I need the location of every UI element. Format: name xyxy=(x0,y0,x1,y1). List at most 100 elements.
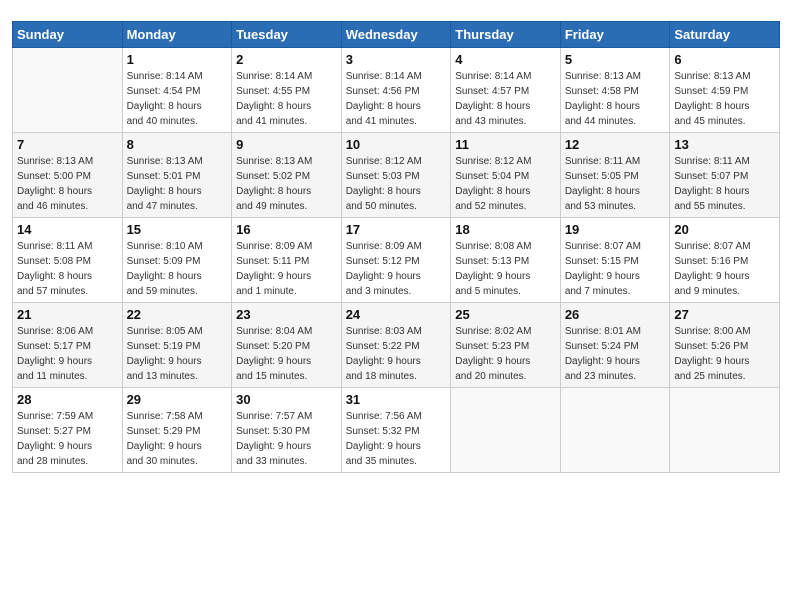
day-number: 6 xyxy=(674,52,775,67)
day-info: Sunrise: 8:09 AM Sunset: 5:12 PM Dayligh… xyxy=(346,239,447,299)
table-row: 27 Sunrise: 8:00 AM Sunset: 5:26 PM Dayli… xyxy=(670,303,780,388)
table-row xyxy=(670,388,780,473)
page-container: SundayMondayTuesdayWednesdayThursdayFrid… xyxy=(0,0,792,612)
day-info: Sunrise: 8:05 AM Sunset: 5:19 PM Dayligh… xyxy=(127,324,228,384)
day-info: Sunrise: 8:13 AM Sunset: 4:58 PM Dayligh… xyxy=(565,69,666,129)
day-info: Sunrise: 8:12 AM Sunset: 5:03 PM Dayligh… xyxy=(346,154,447,214)
calendar-body: 1 Sunrise: 8:14 AM Sunset: 4:54 PM Daylig… xyxy=(13,48,780,473)
day-number: 29 xyxy=(127,392,228,407)
day-number: 12 xyxy=(565,137,666,152)
table-row: 15 Sunrise: 8:10 AM Sunset: 5:09 PM Dayli… xyxy=(122,218,232,303)
day-number: 13 xyxy=(674,137,775,152)
table-row: 1 Sunrise: 8:14 AM Sunset: 4:54 PM Daylig… xyxy=(122,48,232,133)
day-info: Sunrise: 8:11 AM Sunset: 5:08 PM Dayligh… xyxy=(17,239,118,299)
day-header-thursday: Thursday xyxy=(451,22,561,48)
table-row: 17 Sunrise: 8:09 AM Sunset: 5:12 PM Dayli… xyxy=(341,218,451,303)
table-row: 8 Sunrise: 8:13 AM Sunset: 5:01 PM Daylig… xyxy=(122,133,232,218)
table-row: 29 Sunrise: 7:58 AM Sunset: 5:29 PM Dayli… xyxy=(122,388,232,473)
day-number: 27 xyxy=(674,307,775,322)
day-info: Sunrise: 8:14 AM Sunset: 4:54 PM Dayligh… xyxy=(127,69,228,129)
day-info: Sunrise: 8:09 AM Sunset: 5:11 PM Dayligh… xyxy=(236,239,337,299)
day-number: 22 xyxy=(127,307,228,322)
table-row: 7 Sunrise: 8:13 AM Sunset: 5:00 PM Daylig… xyxy=(13,133,123,218)
day-number: 9 xyxy=(236,137,337,152)
day-number: 15 xyxy=(127,222,228,237)
day-number: 8 xyxy=(127,137,228,152)
table-row: 6 Sunrise: 8:13 AM Sunset: 4:59 PM Daylig… xyxy=(670,48,780,133)
day-header-monday: Monday xyxy=(122,22,232,48)
day-number: 19 xyxy=(565,222,666,237)
day-info: Sunrise: 8:00 AM Sunset: 5:26 PM Dayligh… xyxy=(674,324,775,384)
table-row: 22 Sunrise: 8:05 AM Sunset: 5:19 PM Dayli… xyxy=(122,303,232,388)
table-row: 18 Sunrise: 8:08 AM Sunset: 5:13 PM Dayli… xyxy=(451,218,561,303)
day-info: Sunrise: 8:03 AM Sunset: 5:22 PM Dayligh… xyxy=(346,324,447,384)
table-row: 16Sunrise: 8:09 AM Sunset: 5:11 PM Dayli… xyxy=(232,218,342,303)
table-row: 28Sunrise: 7:59 AM Sunset: 5:27 PM Dayli… xyxy=(13,388,123,473)
day-header-sunday: Sunday xyxy=(13,22,123,48)
calendar-table: SundayMondayTuesdayWednesdayThursdayFrid… xyxy=(12,21,780,473)
day-number: 20 xyxy=(674,222,775,237)
day-number: 4 xyxy=(455,52,556,67)
day-number: 7 xyxy=(17,137,118,152)
table-row: 24 Sunrise: 8:03 AM Sunset: 5:22 PM Dayli… xyxy=(341,303,451,388)
day-info: Sunrise: 8:13 AM Sunset: 5:02 PM Dayligh… xyxy=(236,154,337,214)
day-number: 2 xyxy=(236,52,337,67)
header xyxy=(12,10,780,15)
table-row: 4 Sunrise: 8:14 AM Sunset: 4:57 PM Daylig… xyxy=(451,48,561,133)
table-row xyxy=(13,48,123,133)
table-row: 23 Sunrise: 8:04 AM Sunset: 5:20 PM Dayli… xyxy=(232,303,342,388)
day-number: 23 xyxy=(236,307,337,322)
table-row xyxy=(560,388,670,473)
day-header-wednesday: Wednesday xyxy=(341,22,451,48)
day-info: Sunrise: 8:01 AM Sunset: 5:24 PM Dayligh… xyxy=(565,324,666,384)
day-info: Sunrise: 7:57 AM Sunset: 5:30 PM Dayligh… xyxy=(236,409,337,469)
day-number: 26 xyxy=(565,307,666,322)
day-number: 14 xyxy=(17,222,118,237)
day-number: 17 xyxy=(346,222,447,237)
day-info: Sunrise: 8:08 AM Sunset: 5:13 PM Dayligh… xyxy=(455,239,556,299)
day-header-friday: Friday xyxy=(560,22,670,48)
table-row xyxy=(451,388,561,473)
table-row: 31 Sunrise: 7:56 AM Sunset: 5:32 PM Dayli… xyxy=(341,388,451,473)
day-info: Sunrise: 8:07 AM Sunset: 5:16 PM Dayligh… xyxy=(674,239,775,299)
day-info: Sunrise: 8:14 AM Sunset: 4:57 PM Dayligh… xyxy=(455,69,556,129)
day-info: Sunrise: 8:13 AM Sunset: 4:59 PM Dayligh… xyxy=(674,69,775,129)
day-number: 5 xyxy=(565,52,666,67)
day-info: Sunrise: 8:13 AM Sunset: 5:00 PM Dayligh… xyxy=(17,154,118,214)
day-number: 3 xyxy=(346,52,447,67)
day-info: Sunrise: 8:14 AM Sunset: 4:56 PM Dayligh… xyxy=(346,69,447,129)
day-header-tuesday: Tuesday xyxy=(232,22,342,48)
table-row: 21 Sunrise: 8:06 AM Sunset: 5:17 PM Dayli… xyxy=(13,303,123,388)
table-row: 13 Sunrise: 8:11 AM Sunset: 5:07 PM Dayli… xyxy=(670,133,780,218)
day-info: Sunrise: 7:58 AM Sunset: 5:29 PM Dayligh… xyxy=(127,409,228,469)
table-row: 2Sunrise: 8:14 AM Sunset: 4:55 PM Daylig… xyxy=(232,48,342,133)
table-row: 3 Sunrise: 8:14 AM Sunset: 4:56 PM Daylig… xyxy=(341,48,451,133)
day-number: 30 xyxy=(236,392,337,407)
day-info: Sunrise: 8:12 AM Sunset: 5:04 PM Dayligh… xyxy=(455,154,556,214)
day-number: 31 xyxy=(346,392,447,407)
day-number: 11 xyxy=(455,137,556,152)
day-info: Sunrise: 8:10 AM Sunset: 5:09 PM Dayligh… xyxy=(127,239,228,299)
day-number: 28 xyxy=(17,392,118,407)
day-number: 24 xyxy=(346,307,447,322)
day-info: Sunrise: 7:56 AM Sunset: 5:32 PM Dayligh… xyxy=(346,409,447,469)
day-info: Sunrise: 8:07 AM Sunset: 5:15 PM Dayligh… xyxy=(565,239,666,299)
day-info: Sunrise: 8:11 AM Sunset: 5:05 PM Dayligh… xyxy=(565,154,666,214)
table-row: 14 Sunrise: 8:11 AM Sunset: 5:08 PM Dayli… xyxy=(13,218,123,303)
table-row: 5 Sunrise: 8:13 AM Sunset: 4:58 PM Daylig… xyxy=(560,48,670,133)
day-number: 21 xyxy=(17,307,118,322)
table-row: 11 Sunrise: 8:12 AM Sunset: 5:04 PM Dayli… xyxy=(451,133,561,218)
day-header-saturday: Saturday xyxy=(670,22,780,48)
day-info: Sunrise: 8:13 AM Sunset: 5:01 PM Dayligh… xyxy=(127,154,228,214)
table-row: 19 Sunrise: 8:07 AM Sunset: 5:15 PM Dayli… xyxy=(560,218,670,303)
day-info: Sunrise: 8:06 AM Sunset: 5:17 PM Dayligh… xyxy=(17,324,118,384)
day-number: 10 xyxy=(346,137,447,152)
day-info: Sunrise: 8:04 AM Sunset: 5:20 PM Dayligh… xyxy=(236,324,337,384)
day-number: 18 xyxy=(455,222,556,237)
table-row: 12 Sunrise: 8:11 AM Sunset: 5:05 PM Dayli… xyxy=(560,133,670,218)
table-row: 25Sunrise: 8:02 AM Sunset: 5:23 PM Dayli… xyxy=(451,303,561,388)
table-row: 26 Sunrise: 8:01 AM Sunset: 5:24 PM Dayli… xyxy=(560,303,670,388)
day-info: Sunrise: 8:11 AM Sunset: 5:07 PM Dayligh… xyxy=(674,154,775,214)
day-number: 1 xyxy=(127,52,228,67)
day-number: 25 xyxy=(455,307,556,322)
